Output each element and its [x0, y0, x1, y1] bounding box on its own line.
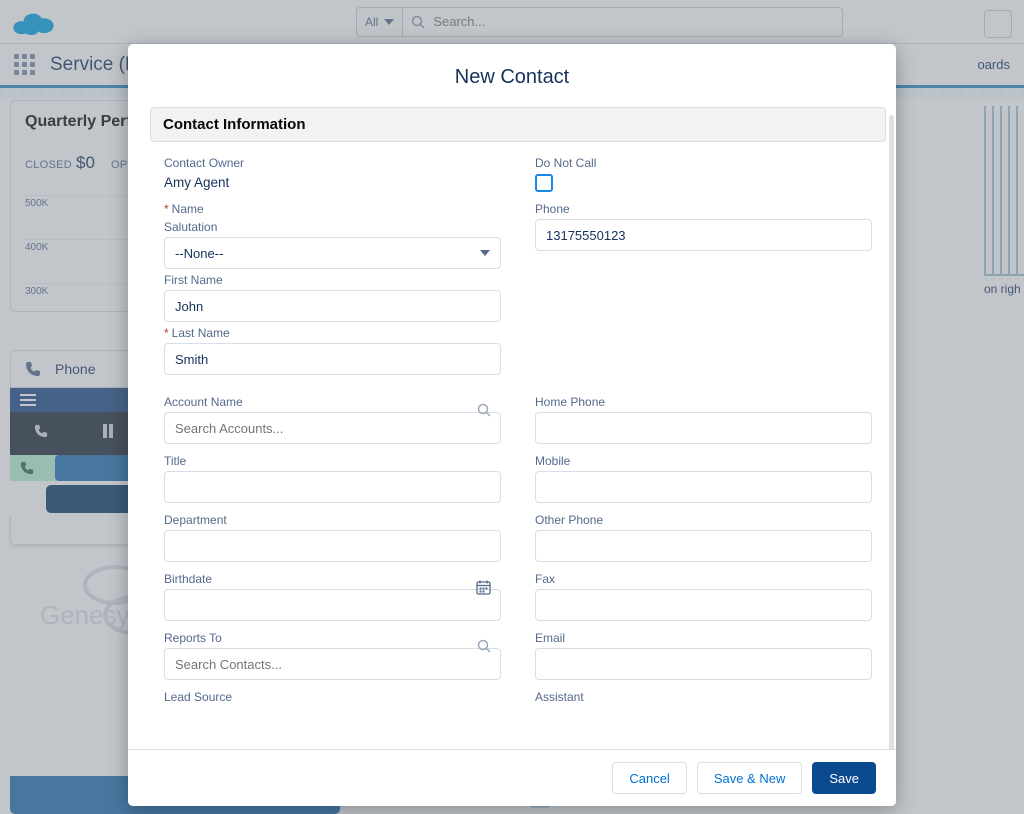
caret-down-icon: [480, 250, 490, 256]
field-phone: Phone: [535, 202, 872, 375]
form-grid: Contact Owner Amy Agent Do Not Call Name…: [164, 156, 872, 717]
field-email: Email: [535, 631, 872, 680]
input-birthdate[interactable]: [164, 589, 501, 621]
save-and-new-button[interactable]: Save & New: [697, 762, 803, 794]
checkbox-do-not-call[interactable]: [535, 174, 553, 192]
input-department[interactable]: [164, 530, 501, 562]
field-account-name: Account Name: [164, 395, 501, 444]
field-title: Title: [164, 454, 501, 503]
scrollbar-thumb[interactable]: [889, 115, 894, 749]
input-other-phone[interactable]: [535, 530, 872, 562]
label-lead-source: Lead Source: [164, 690, 501, 704]
input-firstname[interactable]: [164, 290, 501, 322]
label-name: Name: [164, 202, 501, 216]
search-icon: [477, 639, 491, 656]
label-email: Email: [535, 631, 872, 645]
label-do-not-call: Do Not Call: [535, 156, 872, 170]
label-other-phone: Other Phone: [535, 513, 872, 527]
cancel-button[interactable]: Cancel: [612, 762, 686, 794]
select-salutation[interactable]: --None--: [164, 237, 501, 269]
label-assistant: Assistant: [535, 690, 872, 704]
field-reports-to: Reports To: [164, 631, 501, 680]
value-contact-owner: Amy Agent: [164, 173, 501, 190]
field-contact-owner: Contact Owner Amy Agent: [164, 156, 501, 192]
section-contact-information: Contact Information: [150, 107, 886, 142]
label-fax: Fax: [535, 572, 872, 586]
modal-container: New Contact Contact Information Contact …: [0, 0, 1024, 814]
field-do-not-call: Do Not Call: [535, 156, 872, 192]
label-phone: Phone: [535, 202, 872, 216]
input-email[interactable]: [535, 648, 872, 680]
modal-body[interactable]: Contact Information Contact Owner Amy Ag…: [128, 107, 896, 749]
input-fax[interactable]: [535, 589, 872, 621]
label-birthdate: Birthdate: [164, 572, 501, 586]
field-lead-source: Lead Source: [164, 690, 501, 707]
label-salutation: Salutation: [164, 220, 501, 234]
label-reports-to: Reports To: [164, 631, 501, 645]
field-other-phone: Other Phone: [535, 513, 872, 562]
search-icon: [477, 403, 491, 420]
input-account-name[interactable]: [164, 412, 501, 444]
input-home-phone[interactable]: [535, 412, 872, 444]
modal-title: New Contact: [128, 66, 896, 89]
new-contact-modal: New Contact Contact Information Contact …: [128, 44, 896, 806]
label-department: Department: [164, 513, 501, 527]
input-reports-to[interactable]: [164, 648, 501, 680]
modal-header: New Contact: [128, 44, 896, 107]
save-button[interactable]: Save: [812, 762, 876, 794]
label-title: Title: [164, 454, 501, 468]
field-name-compound: Name Salutation --None-- First Name Last…: [164, 202, 501, 375]
input-lastname[interactable]: [164, 343, 501, 375]
input-mobile[interactable]: [535, 471, 872, 503]
field-home-phone: Home Phone: [535, 395, 872, 444]
modal-footer: Cancel Save & New Save: [128, 749, 896, 806]
label-contact-owner: Contact Owner: [164, 156, 501, 170]
field-fax: Fax: [535, 572, 872, 621]
label-lastname: Last Name: [164, 326, 501, 340]
label-account-name: Account Name: [164, 395, 501, 409]
input-title[interactable]: [164, 471, 501, 503]
salutation-value: --None--: [175, 246, 223, 261]
input-phone[interactable]: [535, 219, 872, 251]
label-firstname: First Name: [164, 273, 501, 287]
calendar-icon[interactable]: [476, 580, 491, 598]
field-department: Department: [164, 513, 501, 562]
label-mobile: Mobile: [535, 454, 872, 468]
label-home-phone: Home Phone: [535, 395, 872, 409]
field-assistant: Assistant: [535, 690, 872, 707]
field-mobile: Mobile: [535, 454, 872, 503]
field-birthdate: Birthdate: [164, 572, 501, 621]
